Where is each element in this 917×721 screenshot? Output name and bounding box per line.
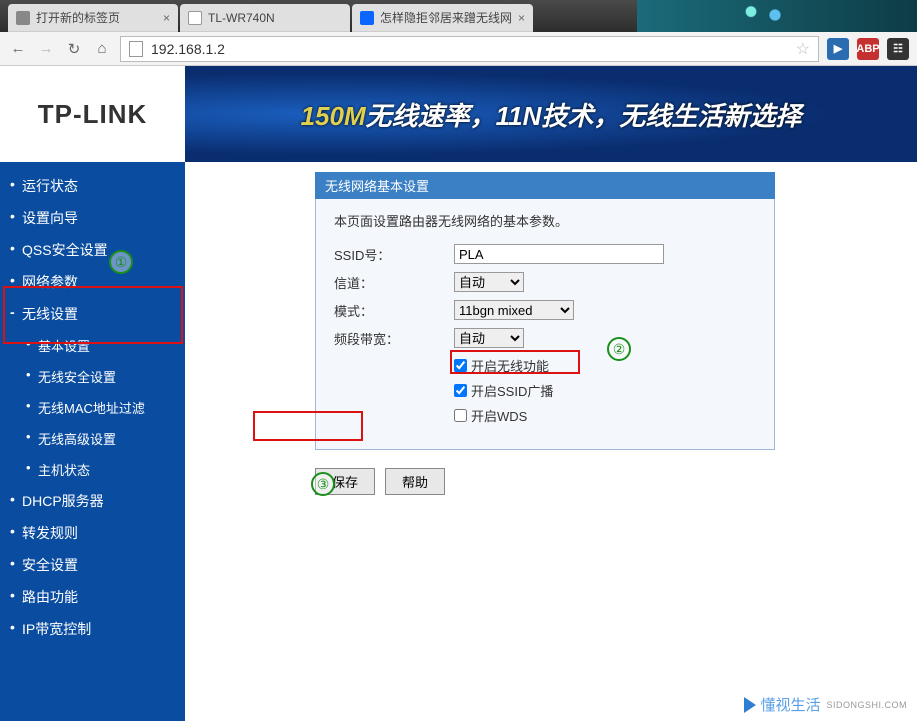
slogan-accent: 150M bbox=[301, 101, 366, 131]
wireless-basic-panel: 无线网络基本设置 本页面设置路由器无线网络的基本参数。 SSID号： 信道： 自… bbox=[315, 172, 775, 450]
sidebar-item-status[interactable]: 运行状态 bbox=[0, 170, 185, 202]
enable-ssid-checkbox[interactable] bbox=[454, 384, 467, 397]
ssid-label: SSID号： bbox=[334, 245, 454, 264]
watermark-play-icon bbox=[744, 697, 756, 713]
tab-title: 怎样隐拒邻居来蹭无线网 bbox=[380, 9, 512, 26]
back-button[interactable]: ← bbox=[8, 39, 28, 59]
bookmark-star-icon[interactable]: ☆ bbox=[796, 39, 810, 59]
enable-wds-checkbox[interactable] bbox=[454, 409, 467, 422]
bandwidth-select[interactable]: 自动 bbox=[454, 328, 524, 348]
sidebar-item-basic[interactable]: 基本设置 bbox=[0, 330, 185, 361]
panel-title: 无线网络基本设置 bbox=[315, 172, 775, 199]
sidebar-nav: 运行状态 设置向导 QSS安全设置 网络参数 无线设置 基本设置 无线安全设置 … bbox=[0, 162, 185, 721]
sidebar-item-bandwidth[interactable]: IP带宽控制 bbox=[0, 613, 185, 645]
browser-tabstrip: 打开新的标签页 × TL-WR740N 怎样隐拒邻居来蹭无线网 × bbox=[0, 0, 917, 32]
extension-button[interactable]: ▶ bbox=[827, 38, 849, 60]
sidebar-item-forward[interactable]: 转发规则 bbox=[0, 517, 185, 549]
enable-ssid-label: 开启SSID广播 bbox=[471, 381, 553, 400]
forward-button[interactable]: → bbox=[36, 39, 56, 59]
tab-close-icon[interactable]: × bbox=[518, 11, 525, 25]
slogan-rest: 无线速率，11N技术，无线生活新选择 bbox=[366, 101, 802, 131]
tabstrip-decoration bbox=[637, 0, 917, 32]
banner-slogan: 150M无线速率，11N技术，无线生活新选择 bbox=[185, 66, 917, 162]
sidebar-item-route[interactable]: 路由功能 bbox=[0, 581, 185, 613]
favicon-doc-icon bbox=[188, 11, 202, 25]
sidebar-item-wizard[interactable]: 设置向导 bbox=[0, 202, 185, 234]
channel-select[interactable]: 自动 bbox=[454, 272, 524, 292]
help-button[interactable]: 帮助 bbox=[385, 468, 445, 495]
brand-logo: TP-LINK bbox=[0, 66, 185, 162]
sidebar-item-dhcp[interactable]: DHCP服务器 bbox=[0, 485, 185, 517]
browser-tab[interactable]: 怎样隐拒邻居来蹭无线网 × bbox=[352, 4, 533, 32]
sidebar-item-security[interactable]: 无线安全设置 bbox=[0, 361, 185, 392]
mode-label: 模式： bbox=[334, 301, 454, 320]
watermark: 懂视生活 SIDONGSHI.COM bbox=[744, 694, 907, 715]
save-button[interactable]: 保存 bbox=[315, 468, 375, 495]
tab-title: 打开新的标签页 bbox=[36, 9, 157, 26]
tab-close-icon[interactable]: × bbox=[163, 11, 170, 25]
page-banner: TP-LINK 150M无线速率，11N技术，无线生活新选择 bbox=[0, 66, 917, 162]
favicon-blank bbox=[16, 11, 30, 25]
sidebar-item-network[interactable]: 网络参数 bbox=[0, 266, 185, 298]
extension-abp-button[interactable]: ABP bbox=[857, 38, 879, 60]
url-bar[interactable]: 192.168.1.2 ☆ bbox=[120, 36, 819, 62]
watermark-sub: SIDONGSHI.COM bbox=[826, 700, 907, 710]
sidebar-item-advanced[interactable]: 无线高级设置 bbox=[0, 423, 185, 454]
favicon-zhihu-icon bbox=[360, 11, 374, 25]
reload-button[interactable]: ↻ bbox=[64, 39, 84, 59]
panel-description: 本页面设置路由器无线网络的基本参数。 bbox=[334, 211, 756, 230]
sidebar-item-qss[interactable]: QSS安全设置 bbox=[0, 234, 185, 266]
enable-wireless-checkbox[interactable] bbox=[454, 359, 467, 372]
enable-wds-label: 开启WDS bbox=[471, 406, 527, 425]
sidebar-item-host[interactable]: 主机状态 bbox=[0, 454, 185, 485]
page-icon bbox=[129, 41, 143, 57]
mode-select[interactable]: 11bgn mixed bbox=[454, 300, 574, 320]
tab-title: TL-WR740N bbox=[208, 11, 342, 25]
home-button[interactable]: ⌂ bbox=[92, 39, 112, 59]
bandwidth-label: 频段带宽： bbox=[334, 329, 454, 348]
browser-toolbar: ← → ↻ ⌂ 192.168.1.2 ☆ ▶ ABP ☷ bbox=[0, 32, 917, 66]
main-content: 无线网络基本设置 本页面设置路由器无线网络的基本参数。 SSID号： 信道： 自… bbox=[185, 162, 917, 721]
sidebar-item-sec[interactable]: 安全设置 bbox=[0, 549, 185, 581]
browser-tab[interactable]: TL-WR740N bbox=[180, 4, 350, 32]
sidebar-item-wireless[interactable]: 无线设置 bbox=[0, 298, 185, 330]
watermark-text: 懂视生活 bbox=[760, 694, 820, 715]
browser-tab[interactable]: 打开新的标签页 × bbox=[8, 4, 178, 32]
url-text: 192.168.1.2 bbox=[151, 41, 225, 57]
enable-wireless-label: 开启无线功能 bbox=[471, 356, 549, 375]
channel-label: 信道： bbox=[334, 273, 454, 292]
extension-button[interactable]: ☷ bbox=[887, 38, 909, 60]
ssid-input[interactable] bbox=[454, 244, 664, 264]
sidebar-item-mac[interactable]: 无线MAC地址过滤 bbox=[0, 392, 185, 423]
logo-text: TP-LINK bbox=[38, 99, 148, 130]
